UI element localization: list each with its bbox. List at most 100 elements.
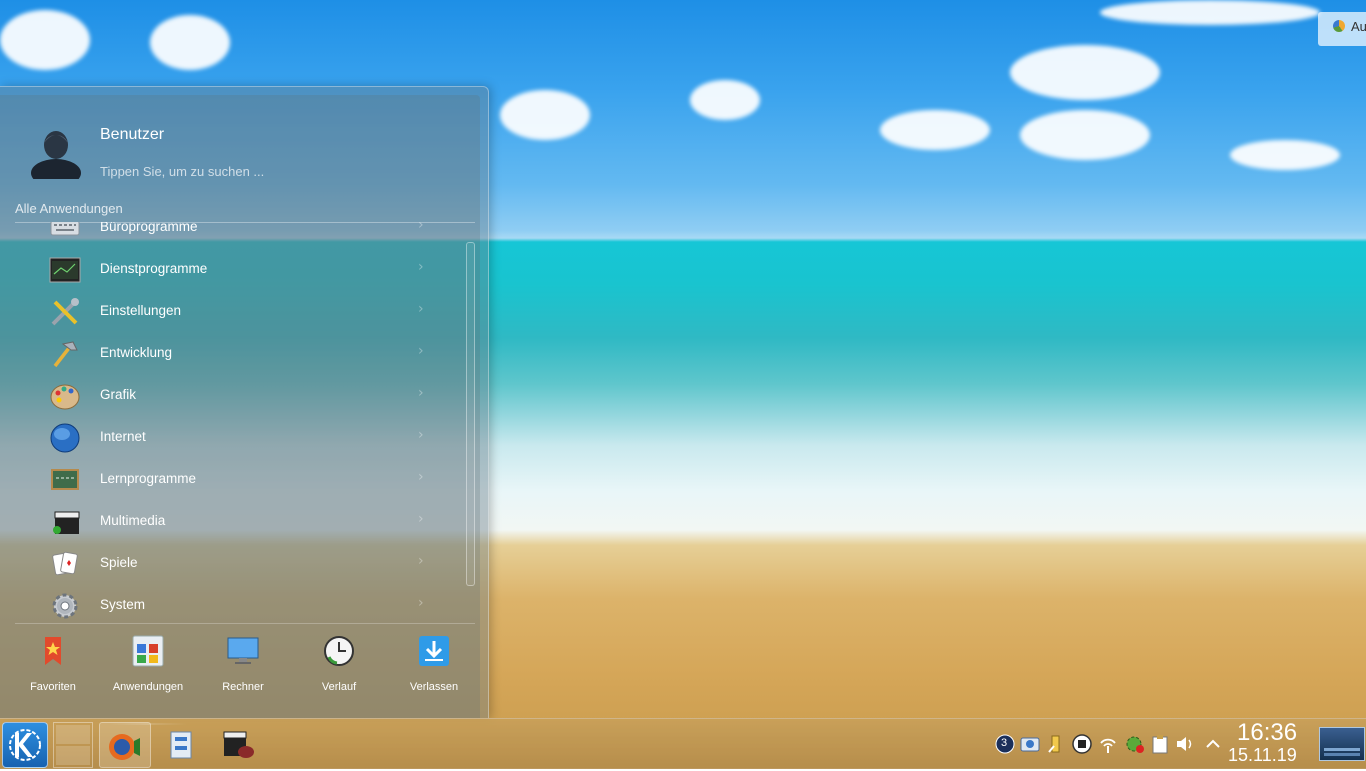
cloud — [500, 90, 590, 140]
task-firefox[interactable] — [99, 722, 151, 768]
cloud — [880, 110, 990, 150]
updates-icon[interactable] — [1125, 734, 1145, 754]
palette-icon — [50, 384, 80, 410]
category-label: Spiele — [100, 555, 138, 570]
chevron-right-icon: › — [418, 595, 424, 611]
chevron-right-icon: › — [418, 301, 424, 317]
task-video-editor[interactable] — [212, 722, 262, 766]
cloud — [1020, 110, 1150, 160]
clapperboard-icon — [53, 511, 80, 534]
cloud — [1010, 45, 1160, 100]
clipboard-icon[interactable] — [1150, 734, 1170, 754]
cloud — [690, 80, 760, 120]
cloud — [0, 10, 90, 70]
user-name: Benutzer — [100, 126, 165, 143]
category-label: Dienstprogramme — [100, 261, 208, 276]
cloud — [150, 15, 230, 70]
category-item-system[interactable]: System › — [0, 584, 460, 622]
terminal-icon — [49, 257, 81, 283]
notification-text: Au — [1351, 19, 1366, 34]
hammer-icon — [53, 341, 78, 368]
category-item-multimedia[interactable]: Multimedia › — [0, 500, 460, 542]
category-item-spiele[interactable]: Spiele › — [0, 542, 460, 584]
file-manager-icon — [170, 731, 192, 759]
task-file-manager[interactable] — [156, 722, 206, 766]
network-wifi-icon[interactable] — [1098, 734, 1118, 754]
user-avatar-icon[interactable] — [28, 123, 84, 179]
chevron-right-icon: › — [418, 222, 424, 233]
kde-logo-icon — [9, 729, 41, 761]
keyboard-icon — [50, 222, 80, 236]
tab-label: Verlassen — [409, 681, 459, 693]
leave-arrow-icon — [419, 636, 449, 666]
gear-icon — [52, 593, 78, 619]
tab-label: Verlauf — [321, 681, 357, 693]
category-label: Internet — [100, 429, 146, 444]
tab-verlassen[interactable]: Verlassen — [389, 635, 479, 699]
section-label: Alle Anwendungen — [15, 201, 123, 216]
tab-label: Rechner — [222, 681, 264, 693]
category-list: Büroprogramme › Dienstprogramme › Einste… — [0, 222, 470, 622]
category-item-internet[interactable]: Internet › — [0, 416, 460, 458]
computer-icon — [227, 637, 259, 664]
update-icon — [1333, 20, 1345, 32]
pager-desktop-2[interactable] — [56, 746, 90, 765]
chevron-right-icon: › — [418, 259, 424, 275]
playing-cards-icon — [52, 551, 78, 576]
category-item-einstellungen[interactable]: Einstellungen › — [0, 290, 460, 332]
chevron-right-icon: › — [418, 553, 424, 569]
category-label: Lernprogramme — [100, 471, 197, 486]
cloud — [1230, 140, 1340, 170]
chevron-right-icon: › — [418, 511, 424, 527]
screenshot-icon[interactable] — [1020, 734, 1040, 754]
chevron-right-icon: › — [418, 427, 424, 443]
clipboard-pin-icon[interactable] — [1045, 734, 1065, 754]
clock-time[interactable]: 16:36 — [1237, 719, 1297, 747]
tab-rechner[interactable]: Rechner — [198, 635, 288, 699]
desktop-preview-icon — [1324, 748, 1360, 756]
category-label: Einstellungen — [100, 303, 182, 318]
chevron-right-icon: › — [418, 385, 424, 401]
tab-favoriten[interactable]: Favoriten — [8, 635, 98, 699]
clapperboard-icon — [223, 731, 254, 758]
launcher-panel: Benutzer Alle Anwendungen Büroprogramme … — [0, 95, 480, 725]
volume-icon[interactable] — [1175, 734, 1195, 754]
chevron-right-icon: › — [418, 469, 424, 485]
history-clock-icon — [324, 636, 354, 666]
category-item-bueroprogramme[interactable]: Büroprogramme › — [0, 222, 460, 248]
taskbar: 3 — [0, 718, 1366, 769]
category-label: Entwicklung — [100, 345, 173, 360]
globe-icon — [50, 423, 80, 453]
application-launcher: Benutzer Alle Anwendungen Büroprogramme … — [0, 86, 489, 725]
notification-popup[interactable]: Au — [1318, 12, 1366, 46]
cloud — [1100, 0, 1320, 25]
clock-date[interactable]: 15.11.19 — [1228, 745, 1297, 766]
tab-verlauf[interactable]: Verlauf — [294, 635, 384, 699]
category-item-lernprogramme[interactable]: Lernprogramme › — [0, 458, 460, 500]
desktop-pager[interactable] — [53, 722, 93, 768]
notification-badge[interactable]: 3 — [995, 734, 1015, 754]
firefox-icon — [109, 734, 140, 760]
category-label: Grafik — [100, 387, 137, 402]
tab-anwendungen[interactable]: Anwendungen — [103, 635, 193, 699]
pager-desktop-1[interactable] — [56, 725, 90, 744]
category-item-entwicklung[interactable]: Entwicklung › — [0, 332, 460, 374]
show-desktop-button[interactable] — [1319, 727, 1365, 761]
tab-label: Anwendungen — [112, 681, 184, 693]
chevron-right-icon: › — [418, 343, 424, 359]
chalkboard-icon — [51, 469, 79, 490]
category-item-dienstprogramme[interactable]: Dienstprogramme › — [0, 248, 460, 290]
media-stop-icon[interactable] — [1072, 734, 1092, 754]
category-label: Büroprogramme — [100, 222, 198, 234]
badge-count: 3 — [1001, 737, 1008, 749]
category-label: Multimedia — [100, 513, 166, 528]
bookmark-star-icon — [45, 637, 61, 665]
search-input[interactable] — [96, 159, 464, 183]
category-label: System — [100, 597, 146, 612]
tools-icon — [51, 298, 79, 326]
tab-label: Favoriten — [30, 681, 76, 693]
scrollbar[interactable] — [466, 242, 475, 586]
chevron-up-icon[interactable] — [1203, 734, 1223, 754]
kde-menu-button[interactable] — [2, 722, 48, 768]
category-item-grafik[interactable]: Grafik › — [0, 374, 460, 416]
